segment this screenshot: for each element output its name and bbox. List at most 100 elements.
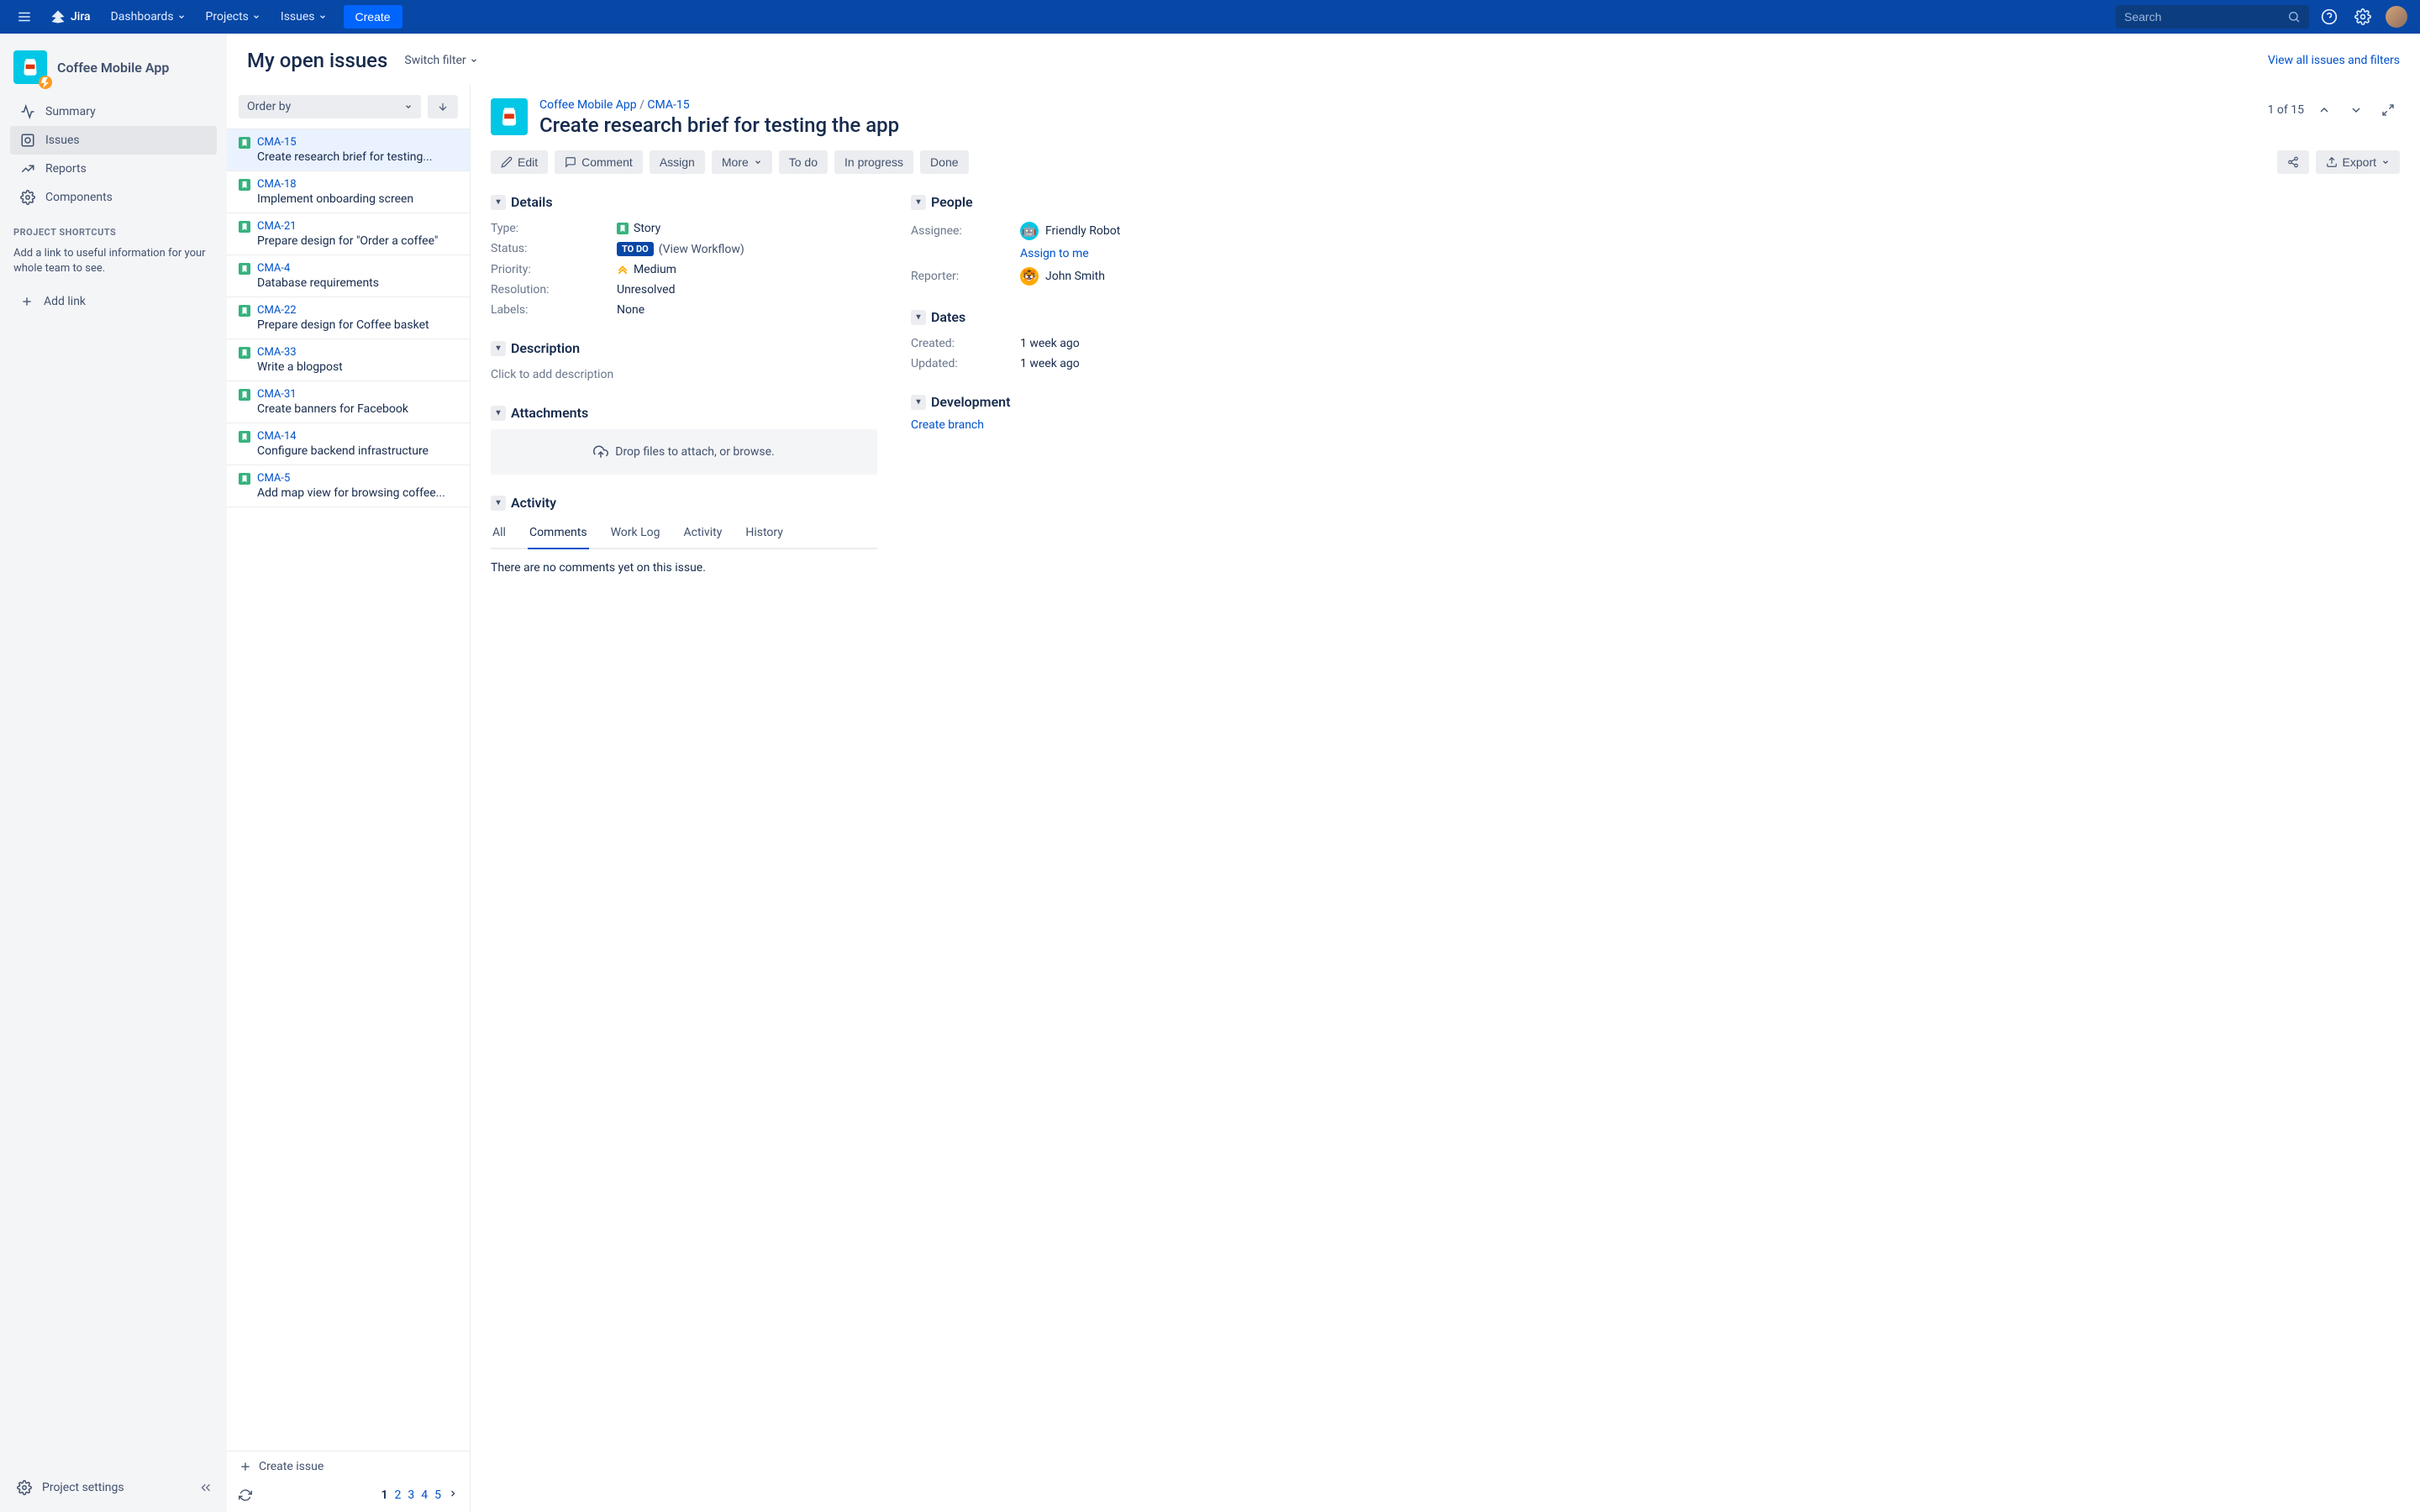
detail-header-text: Coffee Mobile App / CMA-15 Create resear… xyxy=(539,98,2256,137)
export-icon xyxy=(2326,156,2338,168)
nav-dashboards[interactable]: Dashboards xyxy=(103,0,194,34)
add-link-button[interactable]: Add link xyxy=(10,288,217,315)
create-issue-button[interactable]: Create issue xyxy=(227,1452,470,1482)
settings-button[interactable] xyxy=(2349,3,2376,30)
sidebar: Coffee Mobile App SummaryIssuesReportsCo… xyxy=(0,34,227,1512)
pager-page[interactable]: 1 xyxy=(381,1488,388,1502)
nav-issues[interactable]: Issues xyxy=(272,0,335,34)
refresh-button[interactable] xyxy=(239,1488,252,1502)
project-settings-button[interactable]: Project settings xyxy=(13,1473,134,1502)
reporter-value[interactable]: 🐯John Smith xyxy=(1020,267,1180,286)
collapse-toggle[interactable]: ▾ xyxy=(491,406,506,421)
pager-page[interactable]: 5 xyxy=(434,1488,441,1502)
sidebar-bottom: Project settings xyxy=(10,1473,217,1502)
priority-medium-icon xyxy=(617,264,629,276)
comment-button[interactable]: Comment xyxy=(555,150,643,174)
comment-icon xyxy=(565,156,576,168)
more-button[interactable]: More xyxy=(712,150,772,174)
create-button[interactable]: Create xyxy=(344,5,402,29)
nav-projects[interactable]: Projects xyxy=(197,0,269,34)
detail-project-icon xyxy=(491,98,528,135)
app-switcher-button[interactable] xyxy=(10,0,39,34)
search-input[interactable] xyxy=(2124,10,2287,24)
issue-summary: Create banners for Facebook xyxy=(239,401,458,416)
collapse-toggle[interactable]: ▾ xyxy=(911,310,926,325)
tab-history[interactable]: History xyxy=(744,519,785,549)
issue-row[interactable]: CMA-22Prepare design for Coffee basket xyxy=(227,297,470,339)
issue-summary: Prepare design for Coffee basket xyxy=(239,317,458,332)
pager-page[interactable]: 4 xyxy=(421,1488,428,1502)
collapse-toggle[interactable]: ▾ xyxy=(491,496,506,511)
issue-row[interactable]: CMA-18Implement onboarding screen xyxy=(227,171,470,213)
transition-done-button[interactable]: Done xyxy=(920,150,968,174)
issue-row[interactable]: CMA-5Add map view for browsing coffee... xyxy=(227,465,470,507)
share-icon xyxy=(2287,156,2299,168)
tab-activity[interactable]: Activity xyxy=(681,519,723,549)
issue-row[interactable]: CMA-14Configure backend infrastructure xyxy=(227,423,470,465)
collapse-toggle[interactable]: ▾ xyxy=(491,341,506,356)
jira-logo[interactable]: Jira xyxy=(42,9,99,24)
search-box[interactable] xyxy=(2116,5,2309,29)
chevron-down-icon xyxy=(2381,158,2390,166)
transition-todo-button[interactable]: To do xyxy=(779,150,828,174)
assign-to-me-link[interactable]: Assign to me xyxy=(911,244,1180,264)
collapse-toggle[interactable]: ▾ xyxy=(491,195,506,210)
issue-row[interactable]: CMA-4Database requirements xyxy=(227,255,470,297)
project-header[interactable]: Coffee Mobile App xyxy=(10,50,217,97)
sort-direction-button[interactable] xyxy=(428,95,458,118)
sidebar-item-summary[interactable]: Summary xyxy=(10,97,217,126)
jira-icon xyxy=(50,9,66,24)
sidebar-item-reports[interactable]: Reports xyxy=(10,155,217,183)
issue-summary: Add map view for browsing coffee... xyxy=(239,485,458,500)
attachment-dropzone[interactable]: Drop files to attach, or browse. xyxy=(491,429,877,475)
collapse-sidebar-button[interactable] xyxy=(198,1480,213,1495)
create-branch-link[interactable]: Create branch xyxy=(911,418,984,432)
development-section: ▾Development Create branch xyxy=(911,394,1180,432)
switch-filter-button[interactable]: Switch filter xyxy=(404,54,477,67)
issue-title: Create research brief for testing the ap… xyxy=(539,113,2256,137)
issue-row[interactable]: CMA-21Prepare design for "Order a coffee… xyxy=(227,213,470,255)
sidebar-item-issues[interactable]: Issues xyxy=(10,126,217,155)
issue-summary: Database requirements xyxy=(239,275,458,290)
issue-row[interactable]: CMA-15Create research brief for testing.… xyxy=(227,129,470,171)
next-issue-button[interactable] xyxy=(2344,98,2368,122)
profile-button[interactable] xyxy=(2383,3,2410,30)
share-button[interactable] xyxy=(2277,150,2309,174)
view-all-link[interactable]: View all issues and filters xyxy=(2268,54,2400,67)
updated-value: 1 week ago xyxy=(1020,357,1180,370)
breadcrumb-project-link[interactable]: Coffee Mobile App xyxy=(539,98,637,112)
prev-issue-button[interactable] xyxy=(2312,98,2336,122)
sidebar-item-components[interactable]: Components xyxy=(10,183,217,212)
page-title: My open issues xyxy=(247,49,387,72)
edit-button[interactable]: Edit xyxy=(491,150,548,174)
tab-comments[interactable]: Comments xyxy=(528,519,589,549)
story-icon xyxy=(239,221,250,233)
collapse-toggle[interactable]: ▾ xyxy=(911,195,926,210)
arrow-down-icon xyxy=(437,101,449,113)
pager-next[interactable] xyxy=(448,1488,458,1502)
pager-page[interactable]: 3 xyxy=(408,1488,414,1502)
chevron-down-icon xyxy=(318,13,327,21)
pager-page[interactable]: 2 xyxy=(395,1488,402,1502)
collapse-toggle[interactable]: ▾ xyxy=(911,395,926,410)
attachments-section: ▾Attachments Drop files to attach, or br… xyxy=(491,405,877,475)
transition-inprogress-button[interactable]: In progress xyxy=(834,150,913,174)
export-button[interactable]: Export xyxy=(2316,150,2400,174)
assignee-value[interactable]: 🤖Friendly Robot xyxy=(1020,222,1180,240)
issue-row[interactable]: CMA-33Write a blogpost xyxy=(227,339,470,381)
issue-list-column: Order by CMA-15Create research brief for… xyxy=(227,85,471,1512)
order-by-dropdown[interactable]: Order by xyxy=(239,95,421,118)
breadcrumb-issue-link[interactable]: CMA-15 xyxy=(647,98,689,112)
tab-work-log[interactable]: Work Log xyxy=(609,519,662,549)
story-icon xyxy=(239,431,250,443)
expand-button[interactable] xyxy=(2376,98,2400,122)
help-button[interactable] xyxy=(2316,3,2343,30)
issue-key: CMA-21 xyxy=(257,220,297,233)
view-workflow-link[interactable]: (View Workflow) xyxy=(659,243,744,256)
description-placeholder[interactable]: Click to add description xyxy=(491,365,877,385)
components-icon xyxy=(20,190,35,205)
tab-all[interactable]: All xyxy=(491,519,508,549)
issue-list[interactable]: CMA-15Create research brief for testing.… xyxy=(227,129,470,1451)
issue-row[interactable]: CMA-31Create banners for Facebook xyxy=(227,381,470,423)
assign-button[interactable]: Assign xyxy=(650,150,705,174)
